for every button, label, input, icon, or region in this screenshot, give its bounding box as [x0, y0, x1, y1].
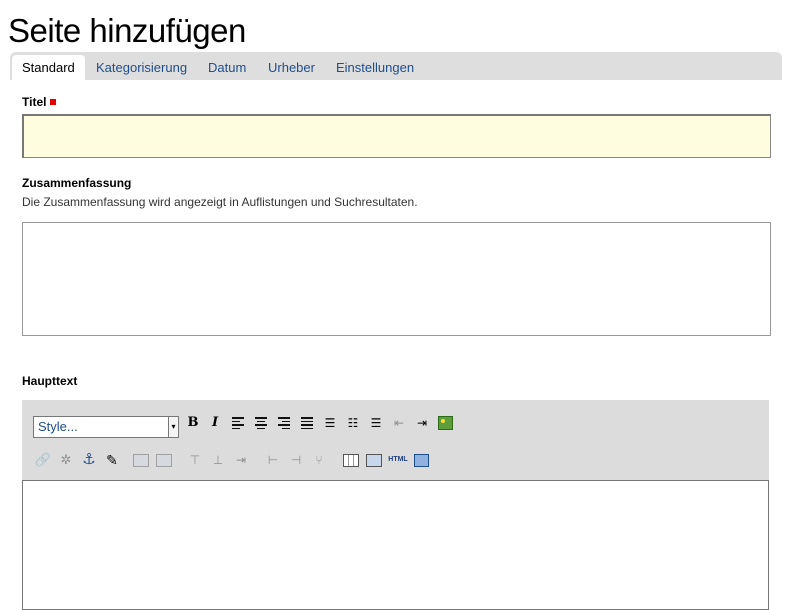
title-input[interactable]: [22, 114, 771, 158]
table-icon: [343, 453, 359, 467]
insert-table-button[interactable]: [342, 451, 360, 469]
fullscreen-icon: [413, 453, 429, 467]
html-button[interactable]: HTML: [386, 451, 410, 469]
indent-icon: ⇥: [416, 416, 428, 430]
align-justify-icon: [301, 417, 313, 429]
numbered-list-icon: ☷: [347, 416, 359, 430]
table-row-icon: [133, 453, 149, 467]
definition-list-icon: ☰: [370, 416, 382, 430]
anchor-icon: ⚓: [82, 451, 96, 468]
summary-label: Zusammenfassung: [22, 176, 132, 190]
tab-kategorisierung[interactable]: Kategorisierung: [96, 55, 187, 80]
align-left-icon: [232, 417, 244, 429]
table-delete-row-button[interactable]: [155, 451, 173, 469]
anchor-button[interactable]: ⚓: [80, 451, 98, 469]
chevron-down-icon[interactable]: ▾: [168, 416, 179, 438]
edit-source-button[interactable]: ✎: [103, 451, 121, 469]
align-left-button[interactable]: [229, 414, 247, 432]
title-label-row: Titel: [22, 95, 57, 109]
delete-col-button[interactable]: ⑂: [310, 451, 328, 469]
tab-einstellungen[interactable]: Einstellungen: [336, 55, 414, 80]
outdent-icon: ⇤: [393, 416, 405, 430]
link-button[interactable]: 🔗: [34, 451, 52, 469]
align-center-button[interactable]: [252, 414, 270, 432]
indent-button[interactable]: ⇥: [413, 414, 431, 432]
bullet-list-icon: ☰: [324, 416, 336, 430]
bullet-list-button[interactable]: ☰: [321, 414, 339, 432]
unlink-icon: ✲: [60, 452, 72, 467]
fullscreen-button[interactable]: [412, 451, 430, 469]
body-editor[interactable]: [22, 480, 769, 610]
image-icon: [437, 416, 453, 430]
editor-toolbar: Style... ▾ B I ☰ ☷ ☰ ⇤ ⇥ 🔗 ✲ ⚓ ✎ ⊤ ⊥ ⇥ ⊢…: [22, 400, 769, 480]
align-justify-button[interactable]: [298, 414, 316, 432]
row-before-button[interactable]: ⊤: [186, 451, 204, 469]
link-icon: 🔗: [34, 452, 52, 467]
bold-button[interactable]: B: [184, 414, 202, 432]
row-before-icon: ⊤: [189, 453, 201, 467]
summary-help-text: Die Zusammenfassung wird angezeigt in Au…: [22, 195, 418, 209]
outdent-button[interactable]: ⇤: [390, 414, 408, 432]
page-title: Seite hinzufügen: [8, 12, 246, 49]
required-marker: [50, 98, 57, 105]
definition-list-button[interactable]: ☰: [367, 414, 385, 432]
insert-image-button[interactable]: [436, 414, 454, 432]
italic-button[interactable]: I: [206, 414, 224, 432]
tab-datum[interactable]: Datum: [208, 55, 246, 80]
align-center-icon: [255, 417, 267, 429]
edit-icon: ✎: [106, 452, 118, 468]
col-after-icon: ⊣: [290, 453, 302, 467]
summary-textarea[interactable]: [22, 222, 771, 336]
col-after-button[interactable]: ⊣: [287, 451, 305, 469]
title-label: Titel: [22, 95, 47, 109]
table-properties-icon: [366, 453, 382, 467]
tab-urheber[interactable]: Urheber: [268, 55, 315, 80]
delete-col-icon: ⑂: [315, 453, 323, 467]
unlink-button[interactable]: ✲: [57, 451, 75, 469]
tab-bar: Standard Kategorisierung Datum Urheber E…: [10, 52, 782, 80]
numbered-list-button[interactable]: ☷: [344, 414, 362, 432]
tab-standard[interactable]: Standard: [12, 55, 85, 80]
body-label: Haupttext: [22, 374, 78, 388]
col-before-button[interactable]: ⊢: [264, 451, 282, 469]
delete-row-icon: ⇥: [235, 453, 247, 467]
table-properties-button[interactable]: [365, 451, 383, 469]
align-right-button[interactable]: [275, 414, 293, 432]
col-before-icon: ⊢: [267, 453, 279, 467]
table-insert-row-button[interactable]: [132, 451, 150, 469]
style-select[interactable]: Style...: [33, 416, 179, 438]
table-delete-icon: [156, 453, 172, 467]
align-right-icon: [278, 417, 290, 429]
row-after-icon: ⊥: [212, 453, 224, 467]
row-after-button[interactable]: ⊥: [209, 451, 227, 469]
delete-row-button[interactable]: ⇥: [232, 451, 250, 469]
